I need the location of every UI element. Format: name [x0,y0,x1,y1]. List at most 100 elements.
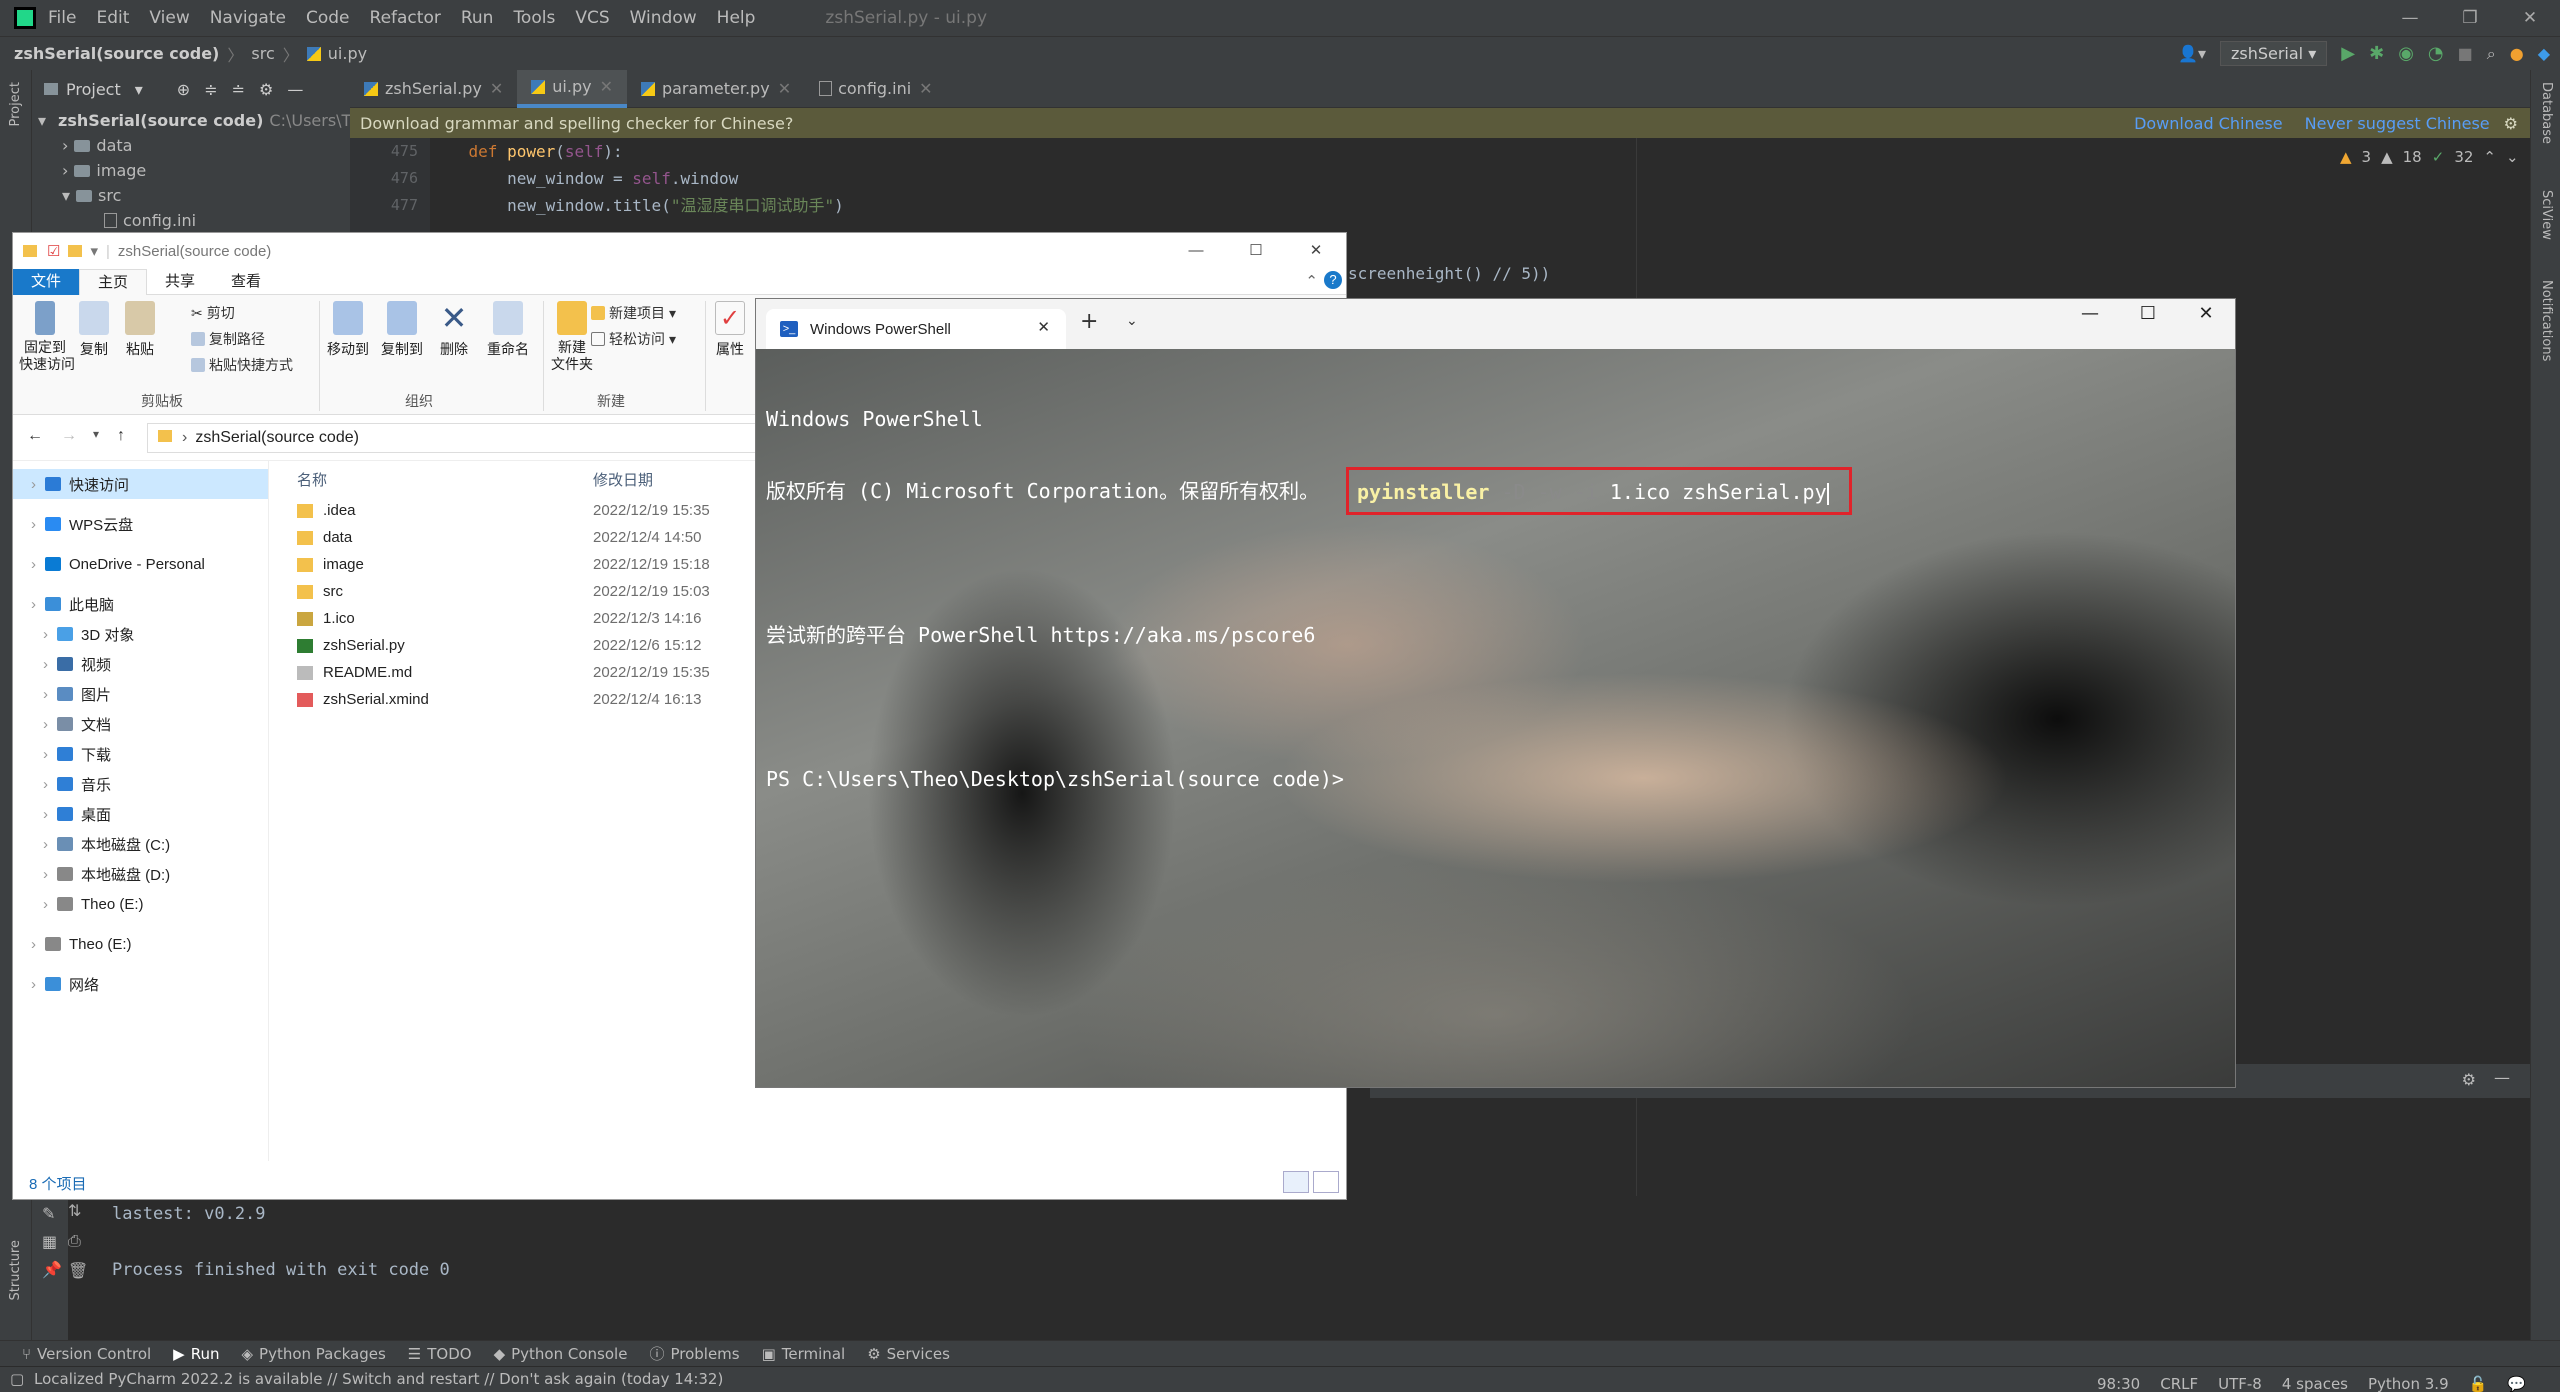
sciview-tool-button[interactable]: SciView [2539,190,2554,240]
close-icon[interactable]: ✕ [490,79,503,98]
python-console-tab[interactable]: ◆ Python Console [494,1345,628,1363]
properties-button[interactable]: ✓ 属性 [707,295,753,359]
trash-icon[interactable]: 🗑 [68,1256,96,1286]
recent-icon[interactable]: ▾ [93,427,99,441]
new-tab-icon[interactable]: + [1080,309,1098,334]
gear-icon[interactable]: ⚙ [2504,114,2518,133]
address-bar[interactable]: › zshSerial(source code) [147,423,767,453]
gear-icon[interactable]: ⚙ [259,80,273,99]
chevron-right-icon[interactable]: › [43,656,57,673]
tree-item[interactable]: ▾ zshSerial(source code) C:\Users\Th [32,108,361,133]
back-icon[interactable]: ← [27,427,43,445]
file-row[interactable]: 1.ico 2022/12/3 14:16 [273,605,743,632]
layout-icon[interactable]: ▦ [42,1228,68,1256]
pin-icon[interactable]: ✎ [42,1200,68,1228]
nav-item[interactable]: › 文档 [13,709,268,739]
debug-icon[interactable]: ✱ [2369,43,2384,64]
stop-icon[interactable]: ■ [2458,44,2473,63]
nav-item[interactable]: › 下载 [13,739,268,769]
python-interpreter[interactable]: Python 3.9 [2368,1371,2449,1392]
version-control-tab[interactable]: ⑂ Version Control [22,1345,151,1363]
chevron-down-icon[interactable]: ⌄ [2506,148,2519,166]
new-folder-icon[interactable] [68,245,83,257]
notification-icon[interactable]: 💬 [2507,1371,2526,1392]
nav-item[interactable]: › Theo (E:) [13,889,268,919]
run-tab[interactable]: ▶ Run [173,1345,219,1363]
close-icon[interactable]: ✕ [600,77,613,96]
chevron-down-icon[interactable]: ▾ [38,111,46,130]
chevron-right-icon[interactable]: › [31,976,45,993]
menu-help[interactable]: Help [717,8,756,28]
collapse-all-icon[interactable]: ≐ [232,80,245,99]
chevron-down-icon[interactable]: ▾ [90,242,98,260]
tree-item[interactable]: › image [32,158,350,183]
move-to-button[interactable]: 移动到 [321,295,375,359]
properties-icon[interactable]: ☑ [47,242,60,260]
menu-file[interactable]: File [48,8,76,28]
menu-edit[interactable]: Edit [96,8,129,28]
chevron-right-icon[interactable]: › [62,136,68,155]
paste-button[interactable]: 粘贴 [117,295,163,359]
pin-tab-icon[interactable]: 📌 [42,1256,68,1284]
file-row[interactable]: zshSerial.xmind 2022/12/4 16:13 [273,686,743,713]
close-icon[interactable]: ✕ [2177,299,2235,329]
chevron-right-icon[interactable]: › [43,866,57,883]
copy-path-button[interactable]: 复制路径 [191,329,265,349]
cut-button[interactable]: ✂ 剪切 [191,303,235,323]
minimize-icon[interactable]: — [2380,0,2440,36]
nav-item[interactable]: › OneDrive - Personal [13,549,268,579]
terminal-tab[interactable]: >_ Windows PowerShell ✕ [766,309,1066,349]
nav-item[interactable]: › WPS云盘 [13,509,268,539]
tab-ui[interactable]: ui.py ✕ [517,69,627,108]
column-header-name[interactable]: 名称 [273,469,593,490]
chevron-right-icon[interactable]: › [43,626,57,643]
hide-icon[interactable]: — [2494,1068,2510,1087]
gear-icon[interactable]: ⚙ [2462,1070,2476,1089]
database-tool-button[interactable]: Database [2539,82,2554,144]
expand-all-icon[interactable]: ≑ [204,80,217,99]
menu-code[interactable]: Code [306,8,350,28]
hide-icon[interactable]: — [287,80,303,99]
paste-shortcut-button[interactable]: 粘贴快捷方式 [191,355,293,375]
rename-button[interactable]: 重命名 [481,295,535,359]
nav-item[interactable]: › 快速访问 [13,469,268,499]
menu-run[interactable]: Run [461,8,494,28]
chevron-right-icon[interactable]: › [43,716,57,733]
menu-view[interactable]: View [149,8,189,28]
file-row[interactable]: README.md 2022/12/19 15:35 [273,659,743,686]
inspection-widget[interactable]: ▲ 3 ▲ 18 ✓ 32 ⌃ ⌄ [2340,148,2519,166]
chevron-down-icon[interactable]: ⌄ [1126,313,1138,329]
chevron-right-icon[interactable]: › [31,596,45,613]
close-icon[interactable]: ✕ [778,79,791,98]
nav-item[interactable]: › 音乐 [13,769,268,799]
problems-tab[interactable]: ⓘ Problems [649,1343,739,1364]
file-row[interactable]: zshSerial.py 2022/12/6 15:12 [273,632,743,659]
file-row[interactable]: src 2022/12/19 15:03 [273,578,743,605]
close-icon[interactable]: ✕ [2500,0,2560,36]
chevron-down-icon[interactable]: ▾ [62,186,70,205]
file-row[interactable]: .idea 2022/12/19 15:35 [273,497,743,524]
menu-refactor[interactable]: Refactor [370,8,441,28]
run-icon[interactable]: ▶ [2341,43,2355,64]
print-icon[interactable]: ⎙ [68,1226,96,1256]
run-configuration-select[interactable]: zshSerial ▾ [2219,41,2328,66]
chevron-right-icon[interactable]: › [31,476,45,493]
maximize-icon[interactable]: ☐ [2119,299,2177,329]
terminal-tab[interactable]: ▣ Terminal [762,1345,846,1363]
menu-tools[interactable]: Tools [513,8,555,28]
minimize-icon[interactable]: — [1166,233,1226,269]
sort-icon[interactable]: ⇅ [68,1196,96,1226]
minimize-icon[interactable]: — [2061,299,2119,329]
nav-item[interactable]: › 图片 [13,679,268,709]
tree-item[interactable]: › data [32,133,350,158]
services-tab[interactable]: ⚙ Services [867,1345,950,1363]
menu-navigate[interactable]: Navigate [210,8,286,28]
chevron-right-icon[interactable]: › [31,936,45,953]
chevron-up-icon[interactable]: ⌃ [1305,272,1318,290]
chevron-right-icon[interactable]: › [43,836,57,853]
nav-item[interactable]: › Theo (E:) [13,929,268,959]
chevron-right-icon[interactable]: › [31,516,45,533]
close-tab-icon[interactable]: ✕ [1037,318,1050,336]
project-tool-button[interactable]: Project [8,82,23,126]
lock-icon[interactable]: 🔓 [2469,1371,2488,1392]
